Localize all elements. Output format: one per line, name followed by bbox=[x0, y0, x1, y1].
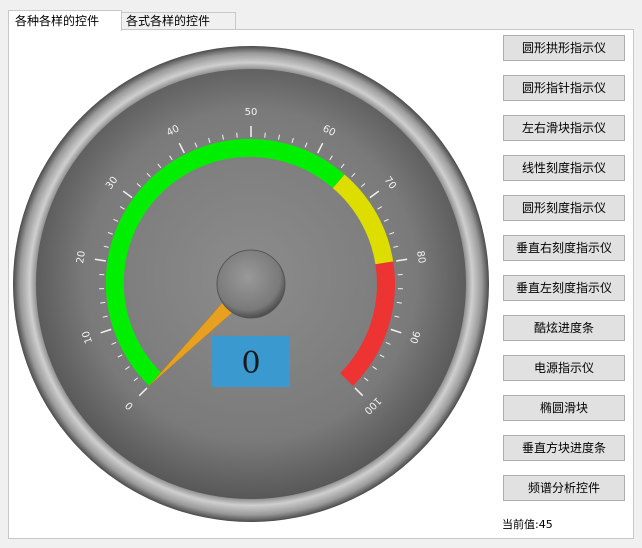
tab-various-controls[interactable]: 各种各样的控件 bbox=[8, 10, 122, 31]
btn-linear-scale-gauge[interactable]: 线性刻度指示仪 bbox=[503, 155, 625, 181]
gauge-minor-tick bbox=[100, 301, 106, 304]
gauge-tick-label: 20 bbox=[75, 250, 88, 264]
btn-vertical-right-scale[interactable]: 垂直右刻度指示仪 bbox=[503, 235, 625, 261]
btn-spectrum-analyzer[interactable]: 频谱分析控件 bbox=[503, 475, 625, 501]
btn-horizontal-slider-gauge[interactable]: 左右滑块指示仪 bbox=[503, 115, 625, 141]
btn-vertical-left-scale[interactable]: 垂直左刻度指示仪 bbox=[503, 275, 625, 301]
current-value-label: 当前值: bbox=[502, 518, 539, 531]
btn-cool-progress-bar[interactable]: 酷炫进度条 bbox=[503, 315, 625, 341]
gauge-widget[interactable]: 0 10 20 30 40 50 60 70 80 90 100 0 bbox=[13, 45, 489, 523]
btn-circular-scale-gauge[interactable]: 圆形刻度指示仪 bbox=[503, 195, 625, 221]
btn-circular-pointer-gauge[interactable]: 圆形指针指示仪 bbox=[503, 75, 625, 101]
btn-ellipse-slider[interactable]: 椭圆滑块 bbox=[503, 395, 625, 421]
gauge-tick-label: 80 bbox=[414, 250, 427, 264]
gauge-tick-label: 50 bbox=[245, 107, 258, 118]
gauge-svg: 0102030405060708090100 0 bbox=[13, 46, 489, 522]
current-value-status: 当前值:45 bbox=[502, 516, 553, 532]
tab-assorted-controls[interactable]: 各式各样的控件 bbox=[119, 12, 236, 30]
gauge-minor-tick bbox=[396, 301, 402, 304]
gauge-value-text: 0 bbox=[241, 346, 260, 381]
btn-vertical-block-progress[interactable]: 垂直方块进度条 bbox=[503, 435, 625, 461]
gauge-minor-tick bbox=[264, 132, 266, 138]
gauge-minor-tick bbox=[236, 132, 238, 138]
btn-power-gauge[interactable]: 电源指示仪 bbox=[503, 355, 625, 381]
btn-circular-arch-gauge[interactable]: 圆形拱形指示仪 bbox=[503, 35, 625, 61]
current-value: 45 bbox=[538, 518, 553, 531]
gauge-hub bbox=[216, 249, 286, 319]
